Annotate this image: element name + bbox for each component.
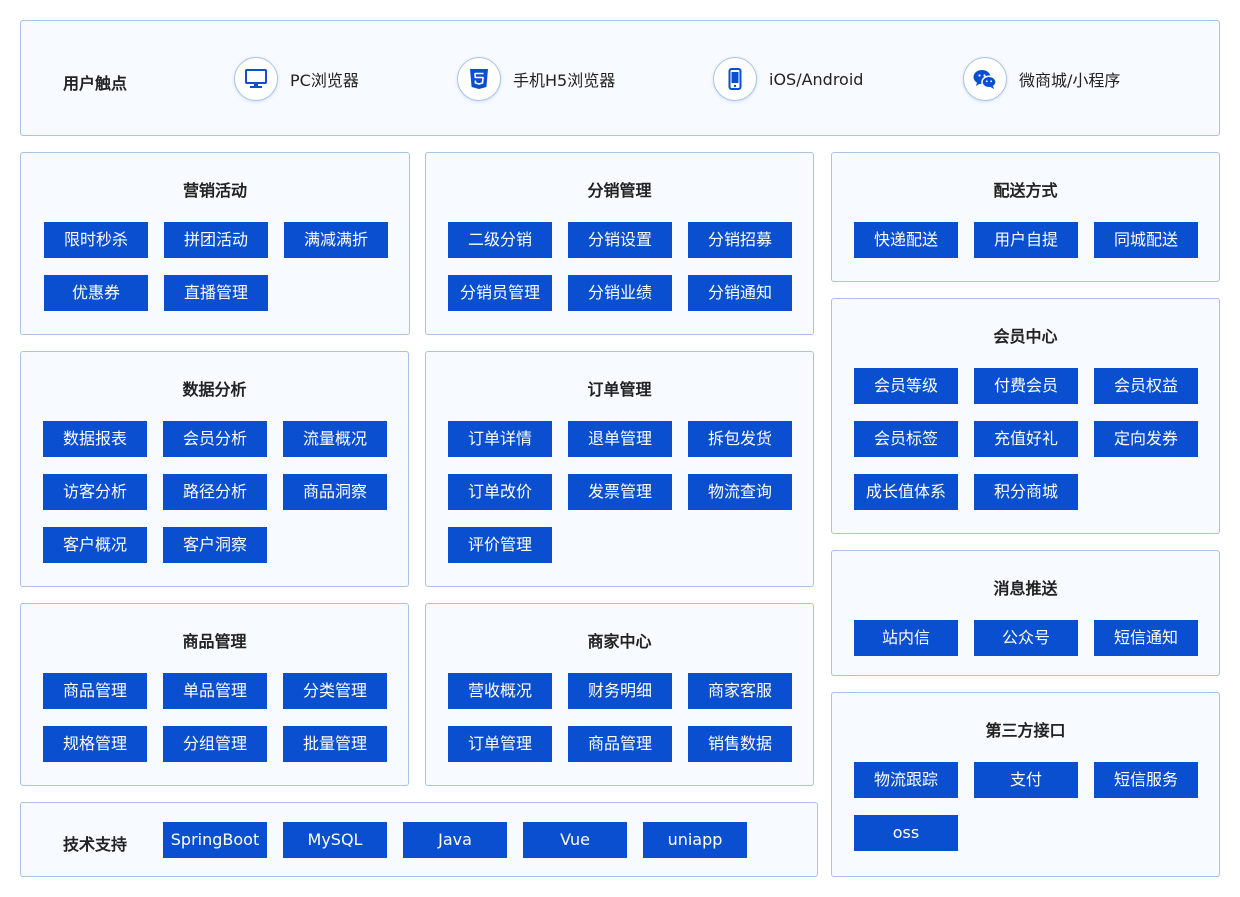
module-tag: 二级分销: [448, 222, 552, 258]
panel-title: 数据分析: [182, 380, 247, 399]
module-tag: 会员权益: [1094, 368, 1198, 404]
module-tag: 会员分析: [163, 421, 267, 457]
module-tag: 会员标签: [854, 421, 958, 457]
touchpoint-pc-browser: PC浏览器: [234, 56, 359, 102]
module-tag: 付费会员: [974, 368, 1078, 404]
touchpoint-label: 手机H5浏览器: [513, 71, 616, 90]
module-tag: 访客分析: [43, 474, 147, 510]
products-panel: 商品管理 商品管理 单品管理 分类管理 规格管理 分组管理 批量管理: [20, 603, 409, 786]
module-tag: 快递配送: [854, 222, 958, 258]
module-tag: 分销员管理: [448, 275, 552, 311]
touchpoint-label: 微商城/小程序: [1019, 71, 1121, 90]
touchpoint-mini-program: 微商城/小程序: [963, 56, 1120, 102]
module-tag: 客户洞察: [163, 527, 267, 563]
module-tag: 分类管理: [283, 673, 387, 709]
orders-panel: 订单管理 订单详情 退单管理 拆包发货 订单改价 发票管理 物流查询 评价管理: [425, 351, 814, 587]
module-tag: 支付: [974, 762, 1078, 798]
module-tag: 商品管理: [43, 673, 147, 709]
module-tag: 数据报表: [43, 421, 147, 457]
touchpoint-label: iOS/Android: [769, 69, 864, 89]
module-tag: 满减满折: [284, 222, 388, 258]
html5-icon: [457, 57, 501, 101]
module-tag: 订单改价: [448, 474, 552, 510]
module-tag: 短信通知: [1094, 620, 1198, 656]
module-tag: 单品管理: [163, 673, 267, 709]
module-tag: 优惠券: [44, 275, 148, 311]
module-tag: 商家客服: [688, 673, 792, 709]
panel-title: 消息推送: [993, 579, 1058, 598]
module-tag: 同城配送: [1094, 222, 1198, 258]
delivery-panel: 配送方式 快递配送 用户自提 同城配送: [831, 152, 1220, 282]
panel-title: 商家中心: [587, 632, 652, 651]
analytics-panel: 数据分析 数据报表 会员分析 流量概况 访客分析 路径分析 商品洞察 客户概况 …: [20, 351, 409, 587]
module-tag: 定向发券: [1094, 421, 1198, 457]
module-tag: 商品管理: [568, 726, 672, 762]
module-tag: 发票管理: [568, 474, 672, 510]
panel-title: 会员中心: [993, 327, 1058, 346]
module-tag: 短信服务: [1094, 762, 1198, 798]
module-tag: 客户概况: [43, 527, 147, 563]
module-tag: 拆包发货: [688, 421, 792, 457]
panel-title: 分销管理: [587, 181, 652, 200]
distribution-panel: 分销管理 二级分销 分销设置 分销招募 分销员管理 分销业绩 分销通知: [425, 152, 814, 335]
smartphone-icon: [713, 57, 757, 101]
monitor-icon: [234, 57, 278, 101]
module-tag: 直播管理: [164, 275, 268, 311]
module-tag: 销售数据: [688, 726, 792, 762]
thirdparty-panel: 第三方接口 物流跟踪 支付 短信服务 oss: [831, 692, 1220, 877]
module-tag: 充值好礼: [974, 421, 1078, 457]
messages-panel: 消息推送 站内信 公众号 短信通知: [831, 550, 1220, 676]
module-tag: 路径分析: [163, 474, 267, 510]
module-tag: 评价管理: [448, 527, 552, 563]
merchant-panel: 商家中心 营收概况 财务明细 商家客服 订单管理 商品管理 销售数据: [425, 603, 814, 786]
module-tag: 退单管理: [568, 421, 672, 457]
touchpoint-label: PC浏览器: [290, 71, 359, 90]
module-tag: 分组管理: [163, 726, 267, 762]
module-tag: 分销通知: [688, 275, 792, 311]
panel-title: 订单管理: [587, 380, 652, 399]
module-tag: 流量概况: [283, 421, 387, 457]
panel-title: 第三方接口: [985, 721, 1066, 740]
marketing-panel: 营销活动 限时秒杀 拼团活动 满减满折 优惠券 直播管理: [20, 152, 410, 335]
panel-title: 营销活动: [182, 181, 247, 200]
module-tag: 成长值体系: [854, 474, 958, 510]
module-tag: 会员等级: [854, 368, 958, 404]
module-tag: 分销设置: [568, 222, 672, 258]
module-tag: 积分商城: [974, 474, 1078, 510]
touchpoint-mobile-app: iOS/Android: [713, 56, 863, 102]
module-tag: 站内信: [854, 620, 958, 656]
module-tag: 规格管理: [43, 726, 147, 762]
module-tag: oss: [854, 815, 958, 851]
module-tag: 物流查询: [688, 474, 792, 510]
wechat-icon: [963, 57, 1007, 101]
tech-panel: 技术支持 SpringBoot MySQL Java Vue uniapp: [20, 802, 818, 877]
module-tag: 分销招募: [688, 222, 792, 258]
tech-tag: SpringBoot: [163, 822, 267, 858]
touchpoints-label: 用户触点: [63, 74, 128, 93]
tech-tag: Vue: [523, 822, 627, 858]
tech-tag: uniapp: [643, 822, 747, 858]
panel-title: 商品管理: [182, 632, 247, 651]
module-tag: 物流跟踪: [854, 762, 958, 798]
module-tag: 分销业绩: [568, 275, 672, 311]
module-tag: 用户自提: [974, 222, 1078, 258]
module-tag: 订单详情: [448, 421, 552, 457]
tech-tag: Java: [403, 822, 507, 858]
module-tag: 拼团活动: [164, 222, 268, 258]
members-panel: 会员中心 会员等级 付费会员 会员权益 会员标签 充值好礼 定向发券 成长值体系…: [831, 298, 1220, 534]
tech-tag: MySQL: [283, 822, 387, 858]
module-tag: 公众号: [974, 620, 1078, 656]
panel-title: 配送方式: [993, 181, 1058, 200]
touchpoints-panel: 用户触点 PC浏览器 手机H5浏览器 iOS/Android 微商城/小程序: [20, 20, 1220, 136]
module-tag: 财务明细: [568, 673, 672, 709]
module-tag: 商品洞察: [283, 474, 387, 510]
module-tag: 限时秒杀: [44, 222, 148, 258]
tech-label: 技术支持: [63, 835, 128, 854]
module-tag: 订单管理: [448, 726, 552, 762]
module-tag: 营收概况: [448, 673, 552, 709]
touchpoint-h5-browser: 手机H5浏览器: [457, 56, 615, 102]
module-tag: 批量管理: [283, 726, 387, 762]
